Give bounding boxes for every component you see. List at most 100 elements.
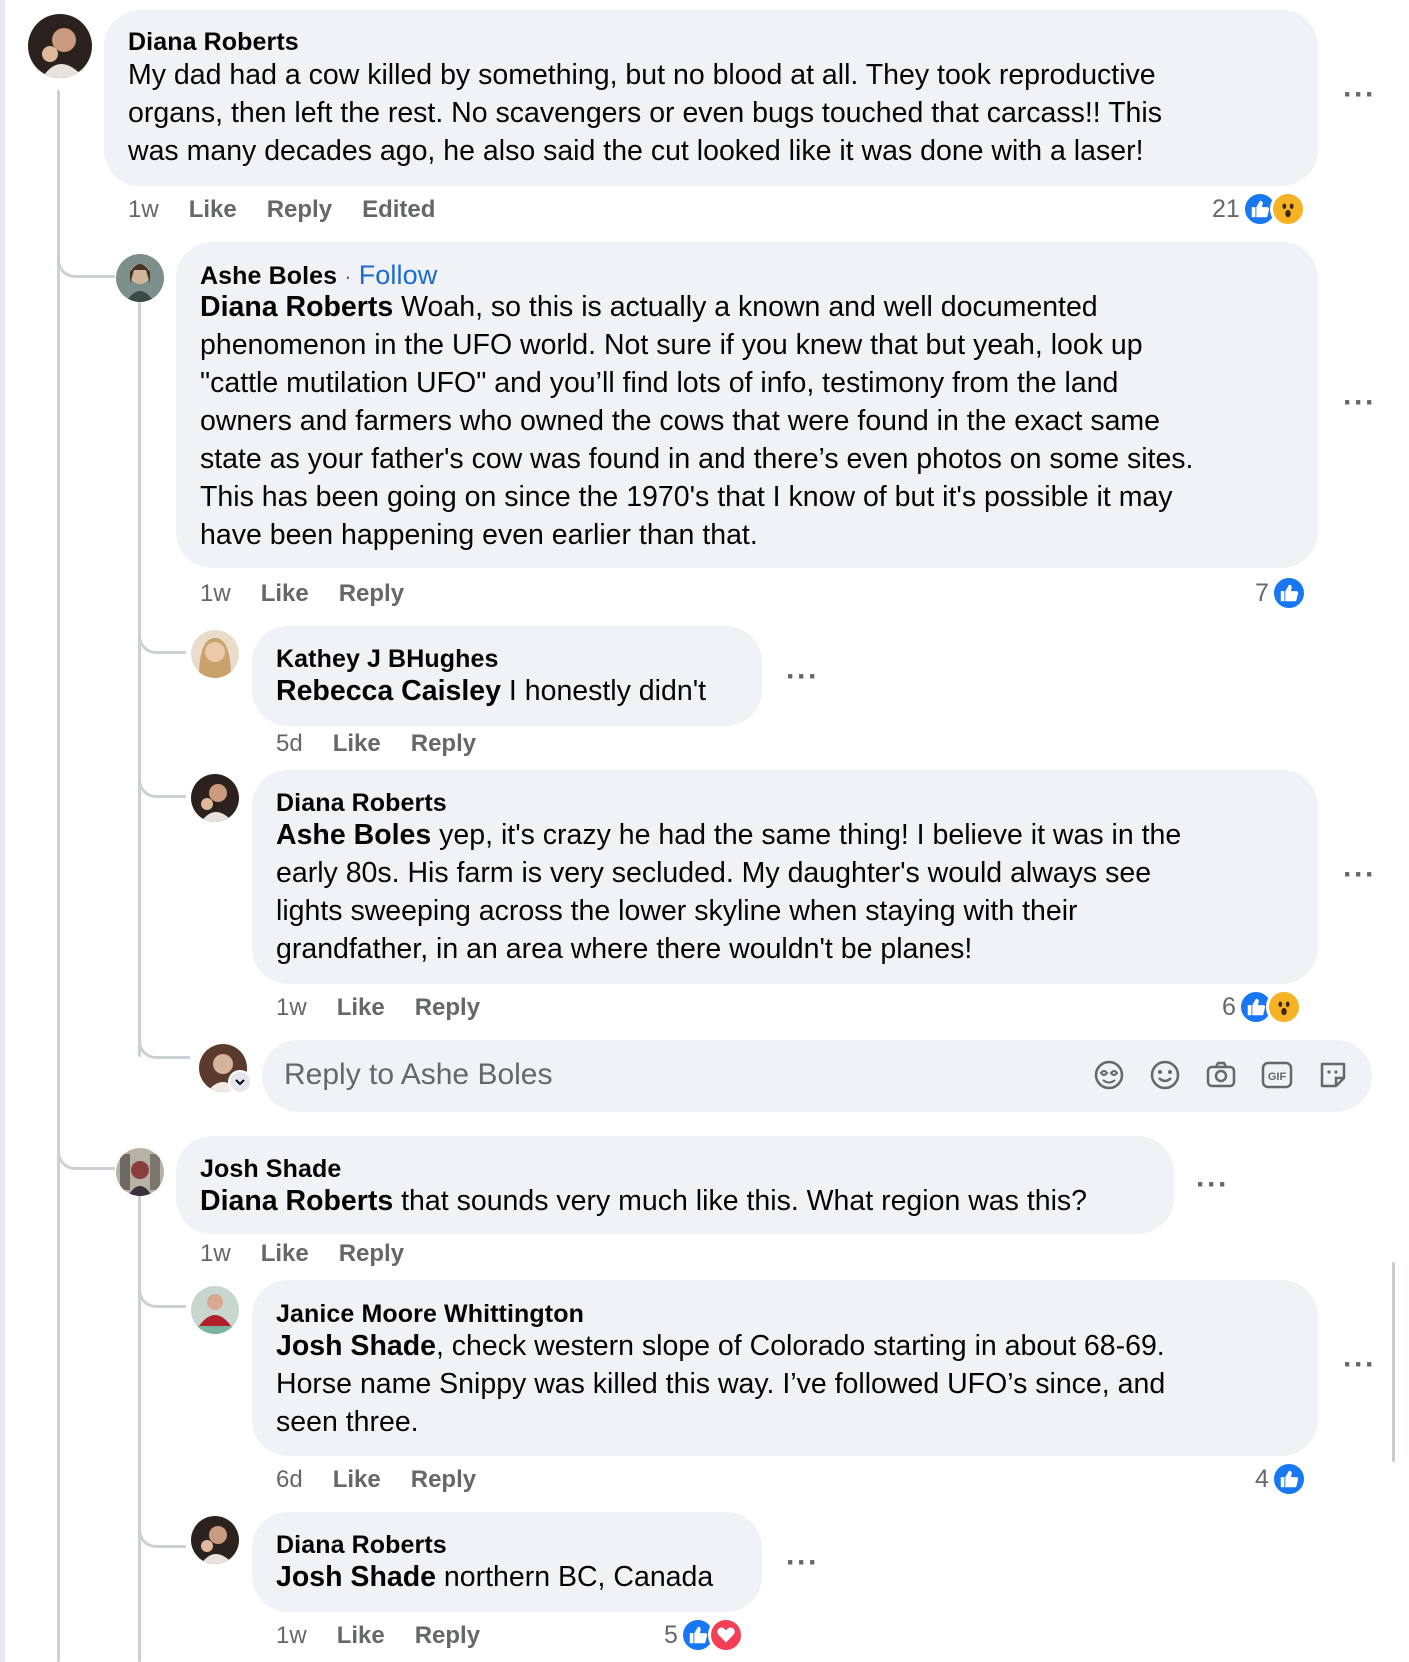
comment-text: My dad had a cow killed by something, bu…: [128, 59, 1162, 167]
comment-text: Ashe Boles yep, it's crazy he had the sa…: [276, 819, 1182, 965]
reaction-count: 4: [1255, 1464, 1269, 1493]
comment-text: Diana Roberts that sounds very much like…: [200, 1185, 1088, 1217]
like-button[interactable]: Like: [333, 1466, 381, 1493]
mention-link[interactable]: Diana Roberts: [200, 291, 393, 323]
scrollbar[interactable]: [1392, 1262, 1395, 1462]
like-button[interactable]: Like: [261, 1240, 309, 1267]
comment-text: Diana Roberts Woah, so this is actually …: [200, 291, 1194, 551]
like-button[interactable]: Like: [337, 994, 385, 1021]
like-reaction-icon: [1270, 575, 1307, 611]
avatar[interactable]: [191, 1286, 239, 1334]
reply-input[interactable]: Reply to Ashe Boles GIF: [262, 1040, 1372, 1112]
reaction-count: 7: [1255, 578, 1269, 607]
comment-text: Josh Shade, check western slope of Color…: [276, 1330, 1166, 1438]
comment-author[interactable]: Kathey J BHughes: [276, 645, 499, 674]
thread-elbow-replybox: [138, 1020, 190, 1059]
thread-elbow-diana2: [138, 770, 186, 798]
reaction-summary[interactable]: 7: [1255, 574, 1307, 612]
thread-elbow-janice: [138, 1270, 186, 1308]
like-button[interactable]: Like: [261, 580, 309, 607]
avatar-sticker-icon[interactable]: [1092, 1058, 1126, 1092]
reaction-summary[interactable]: 6: [1222, 988, 1302, 1026]
comment-author[interactable]: Diana Roberts: [276, 1531, 447, 1560]
svg-text:GIF: GIF: [1268, 1071, 1287, 1083]
chevron-down-icon[interactable]: [228, 1070, 252, 1094]
sticker-icon[interactable]: [1316, 1058, 1350, 1092]
avatar[interactable]: [191, 774, 239, 822]
reaction-summary[interactable]: 21: [1212, 190, 1306, 228]
left-border: [0, 0, 5, 1662]
reply-button[interactable]: Reply: [411, 1466, 476, 1493]
mention-link[interactable]: Josh Shade: [276, 1561, 436, 1593]
comment-author[interactable]: Diana Roberts: [128, 28, 299, 57]
more-options-icon[interactable]: ···: [1343, 858, 1376, 892]
comment-text: Josh Shade northern BC, Canada: [276, 1561, 714, 1593]
separator-dot: ·: [344, 264, 352, 289]
emoji-icon[interactable]: [1148, 1058, 1182, 1092]
comment-actions: 1w Like Reply: [200, 1240, 434, 1268]
reply-button[interactable]: Reply: [411, 730, 476, 757]
comment-author[interactable]: Josh Shade: [200, 1155, 341, 1184]
mention-link[interactable]: Josh Shade: [276, 1330, 436, 1362]
thread-elbow-kathey: [138, 620, 186, 654]
thread-line-ashe: [138, 302, 141, 1057]
wow-reaction-icon: [1269, 191, 1306, 227]
reply-button[interactable]: Reply: [415, 994, 480, 1021]
reply-button[interactable]: Reply: [339, 580, 404, 607]
reaction-summary[interactable]: 5: [664, 1616, 744, 1654]
comment-actions: 1w Like Reply: [200, 580, 434, 608]
mention-link[interactable]: Rebecca Caisley: [276, 675, 501, 707]
comment-time[interactable]: 1w: [128, 196, 159, 223]
reply-button[interactable]: Reply: [267, 196, 332, 223]
like-button[interactable]: Like: [189, 196, 237, 223]
comment-author[interactable]: Diana Roberts: [276, 789, 447, 818]
thread-elbow-josh: [57, 1120, 115, 1170]
comment-time[interactable]: 6d: [276, 1466, 303, 1493]
more-options-icon[interactable]: ···: [1343, 78, 1376, 112]
reaction-count: 5: [664, 1620, 678, 1649]
avatar[interactable]: [191, 630, 239, 678]
thread-elbow-ashe: [57, 240, 115, 278]
more-options-icon[interactable]: ···: [786, 660, 819, 694]
thread-line-root: [57, 90, 60, 1662]
comment-time[interactable]: 1w: [276, 1622, 307, 1649]
comment-time[interactable]: 1w: [200, 1240, 231, 1267]
reply-placeholder: Reply to Ashe Boles: [284, 1058, 553, 1091]
author-name[interactable]: Ashe Boles: [200, 262, 337, 290]
more-options-icon[interactable]: ···: [1196, 1168, 1229, 1202]
like-button[interactable]: Like: [333, 730, 381, 757]
comment-actions: 1w Like Reply: [276, 1622, 510, 1650]
comment-time[interactable]: 5d: [276, 730, 303, 757]
wow-reaction-icon: [1265, 989, 1302, 1025]
avatar[interactable]: [28, 14, 92, 78]
mention-link[interactable]: Ashe Boles: [276, 819, 431, 851]
avatar[interactable]: [191, 1516, 239, 1564]
comment-author: Ashe Boles · Follow: [200, 260, 437, 291]
reaction-summary[interactable]: 4: [1255, 1460, 1307, 1498]
avatar[interactable]: [116, 254, 164, 302]
gif-icon[interactable]: GIF: [1260, 1058, 1294, 1092]
comment-actions: 6d Like Reply: [276, 1466, 506, 1494]
avatar[interactable]: [116, 1148, 164, 1196]
reaction-count: 21: [1212, 194, 1240, 223]
love-reaction-icon: [707, 1617, 744, 1653]
mention-link[interactable]: Diana Roberts: [200, 1185, 393, 1217]
comment-actions: 5d Like Reply: [276, 730, 506, 758]
comment-time[interactable]: 1w: [200, 580, 231, 607]
edited-label[interactable]: Edited: [362, 196, 435, 223]
like-reaction-icon: [1270, 1461, 1307, 1497]
camera-icon[interactable]: [1204, 1058, 1238, 1092]
more-options-icon[interactable]: ···: [1343, 1348, 1376, 1382]
reply-button[interactable]: Reply: [415, 1622, 480, 1649]
follow-link[interactable]: Follow: [359, 260, 438, 290]
like-button[interactable]: Like: [337, 1622, 385, 1649]
comment-time[interactable]: 1w: [276, 994, 307, 1021]
reply-button[interactable]: Reply: [339, 1240, 404, 1267]
thread-elbow-diana3: [138, 1510, 186, 1548]
comment-actions: 1w Like Reply Edited: [128, 196, 465, 224]
more-options-icon[interactable]: ···: [786, 1546, 819, 1580]
reaction-count: 6: [1222, 992, 1236, 1021]
more-options-icon[interactable]: ···: [1343, 386, 1376, 420]
comment-author[interactable]: Janice Moore Whittington: [276, 1300, 584, 1329]
thread-line-josh: [138, 1150, 141, 1662]
